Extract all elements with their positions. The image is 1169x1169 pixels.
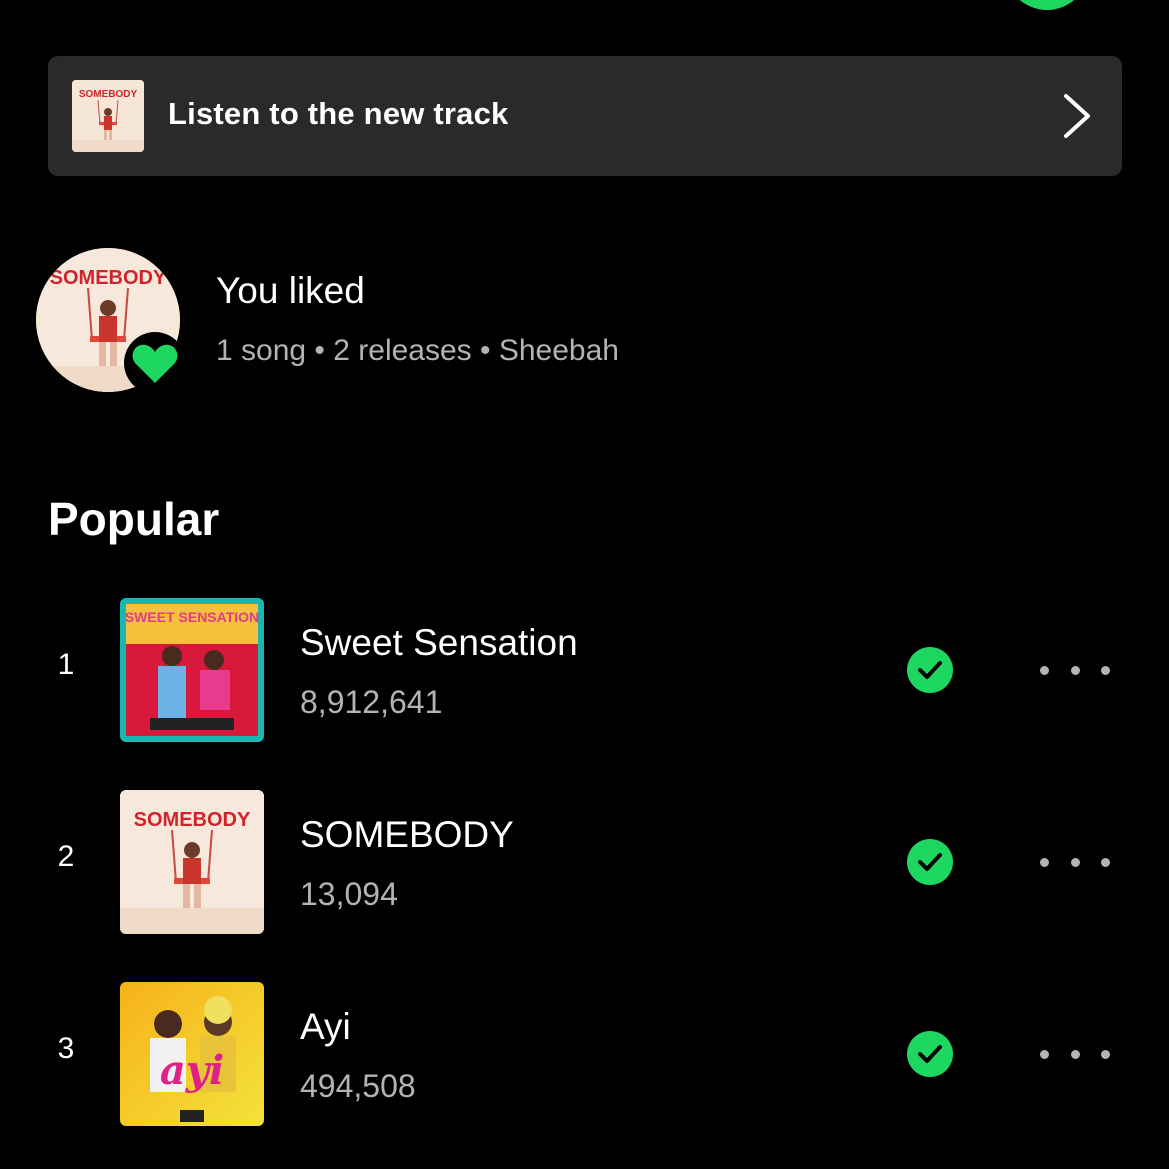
dot: [1070, 857, 1080, 867]
track-cover-art: SWEET SENSATION: [120, 598, 264, 742]
track-row[interactable]: 3 ayi Ayi 494,508: [0, 982, 1169, 1126]
popular-heading: Popular: [48, 493, 220, 545]
dot: [1040, 665, 1049, 675]
track-cover-art: ayi: [120, 982, 264, 1126]
promo-title: Listen to the new track: [168, 96, 509, 131]
dot: [1070, 665, 1080, 675]
track-rank: 3: [57, 1032, 75, 1065]
track-row[interactable]: 1 SWEET SENSATION Sweet Sensation 8,912,…: [0, 598, 1169, 742]
track-rank: 2: [57, 840, 75, 873]
dot: [1101, 857, 1110, 867]
dot: [1040, 1049, 1049, 1059]
dot: [1040, 857, 1049, 867]
play-button[interactable]: [1005, 0, 1089, 10]
liked-title: You liked: [216, 270, 365, 311]
track-cover-text: SWEET SENSATION: [125, 609, 259, 625]
heart-icon: [124, 332, 186, 394]
saved-check-icon[interactable]: [907, 647, 953, 693]
saved-check-icon[interactable]: [907, 1031, 953, 1077]
liked-subtitle: 1 song • 2 releases • Sheebah: [216, 334, 619, 367]
more-options-icon[interactable]: [1040, 658, 1110, 682]
track-row[interactable]: 2 SOMEBODY SOMEBODY 13,094: [0, 790, 1169, 934]
chevron-right-icon: [1064, 94, 1090, 138]
track-play-count: 13,094: [300, 876, 398, 912]
more-options-icon[interactable]: [1040, 850, 1110, 874]
track-cover-text: ayi: [160, 1047, 224, 1094]
dot: [1101, 665, 1110, 675]
track-cover-text: SOMEBODY: [134, 809, 251, 831]
promo-cover-art: SOMEBODY: [72, 80, 144, 152]
track-rank: 1: [57, 648, 75, 681]
artist-page: SOMEBODY Listen to the new track SOMEBOD…: [0, 0, 1169, 1169]
track-cover-art: SOMEBODY: [120, 790, 264, 934]
track-play-count: 494,508: [300, 1068, 416, 1104]
track-play-count: 8,912,641: [300, 684, 443, 720]
new-track-banner[interactable]: SOMEBODY Listen to the new track: [48, 56, 1122, 176]
liked-cover-text: SOMEBODY: [50, 267, 167, 289]
track-title: Sweet Sensation: [300, 622, 578, 663]
dot: [1070, 1049, 1080, 1059]
track-title: Ayi: [300, 1006, 351, 1047]
dot: [1101, 1049, 1110, 1059]
saved-check-icon[interactable]: [907, 839, 953, 885]
more-options-icon[interactable]: [1040, 1042, 1110, 1066]
promo-cover-text: SOMEBODY: [79, 89, 138, 100]
track-title: SOMEBODY: [300, 814, 514, 855]
